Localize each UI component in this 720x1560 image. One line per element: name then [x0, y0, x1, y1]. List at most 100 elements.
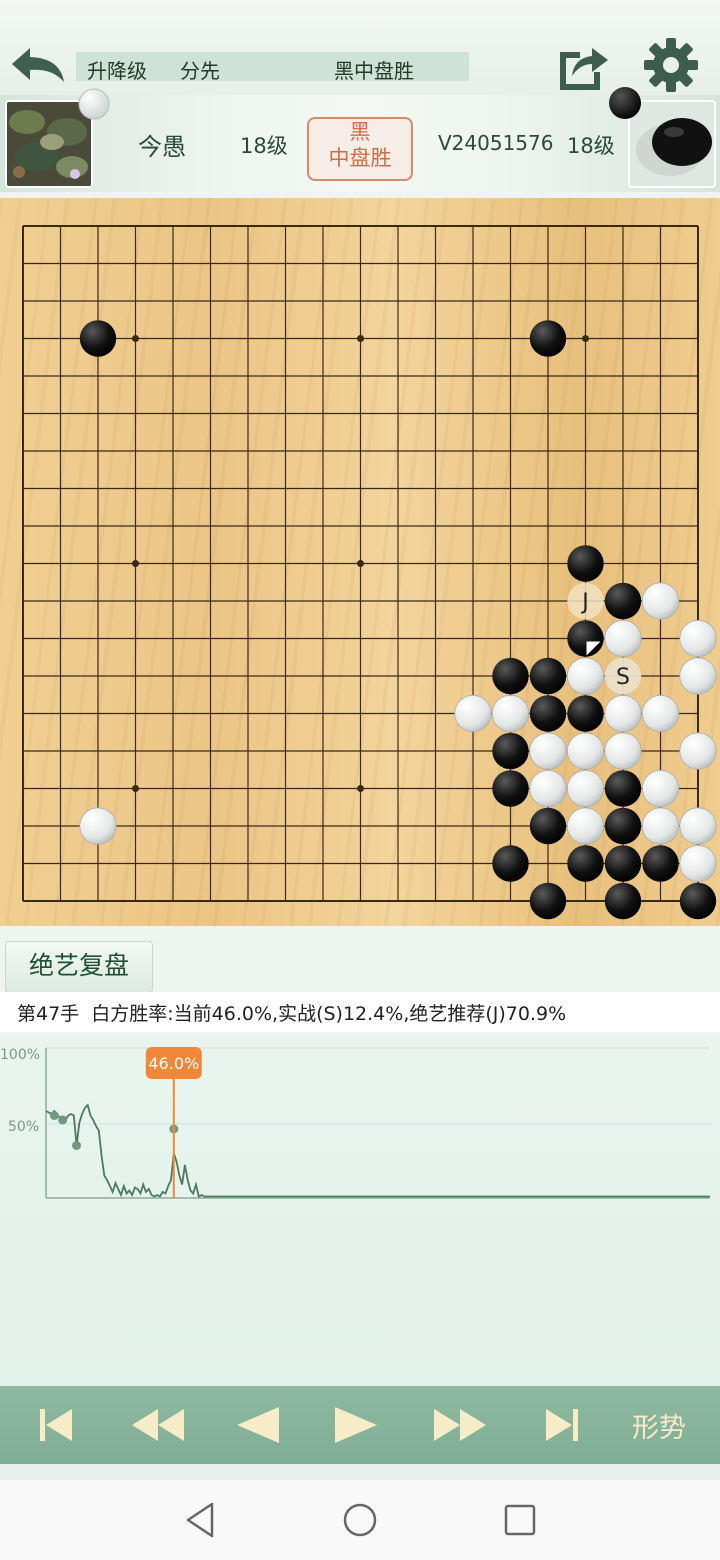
- current-value-badge: 46.0%: [145, 1047, 202, 1079]
- white-player-rank: 18级: [240, 134, 288, 158]
- board-canvas[interactable]: JS: [0, 198, 720, 926]
- ai-replay-tab[interactable]: 绝艺复盘: [5, 941, 153, 993]
- result-badge: 黑 中盘胜: [307, 117, 413, 181]
- analysis-info: 第47手 白方胜率:当前46.0%,实战(S)12.4%,绝艺推荐(J)70.9…: [0, 992, 720, 1032]
- playback-controls: 形势: [0, 1386, 720, 1464]
- white-stone: [604, 732, 642, 770]
- white-stone: [641, 769, 680, 808]
- win-rate-chart[interactable]: 100% 50% 46.0%: [0, 1036, 720, 1386]
- white-stone: [566, 657, 605, 695]
- current-value-label: 46.0%: [148, 1054, 199, 1073]
- win-rate-series-line: [45, 1103, 710, 1198]
- system-nav-bar: [0, 1480, 720, 1560]
- data-point: [58, 1115, 68, 1125]
- skip-to-end-icon: [546, 1409, 578, 1441]
- marker-j-label: J: [580, 590, 589, 615]
- white-stone: [604, 619, 642, 658]
- win-rate-graph[interactable]: 100% 50% 46.0%: [0, 1036, 720, 1386]
- recents-square-icon[interactable]: [500, 1500, 540, 1540]
- first-move-button[interactable]: [16, 1386, 96, 1464]
- black-stone: [679, 882, 717, 920]
- gear-icon: [644, 38, 698, 92]
- black-stone: [79, 320, 117, 357]
- fast-rewind-icon: [132, 1409, 184, 1441]
- white-stone: [566, 807, 605, 845]
- black-stone: [567, 845, 604, 882]
- star-point: [132, 335, 139, 342]
- ytick-50: 50%: [8, 1119, 39, 1135]
- black-stone: [492, 657, 529, 695]
- black-stone: [567, 545, 604, 582]
- prev-move-button[interactable]: [218, 1386, 298, 1464]
- data-point: [49, 1111, 59, 1120]
- previous-icon: [237, 1407, 279, 1443]
- black-stone: [567, 695, 604, 732]
- ytick-100: 100%: [0, 1047, 40, 1063]
- white-stone: [679, 619, 717, 658]
- white-stone: [566, 769, 605, 808]
- black-stone: [604, 582, 642, 620]
- result-line-1: 黑: [349, 120, 371, 144]
- analysis-text: 第47手 白方胜率:当前46.0%,实战(S)12.4%,绝艺推荐(J)70.9…: [17, 999, 566, 1026]
- black-stone: [604, 770, 642, 807]
- back-triangle-icon[interactable]: [180, 1500, 220, 1540]
- mode-label: 升降级: [87, 59, 147, 83]
- white-player-name: 今愚: [138, 133, 186, 161]
- star-point: [132, 785, 139, 792]
- black-stone: [492, 845, 529, 882]
- black-stone: [567, 620, 604, 657]
- top-bar: 升降级 分先 黑中盘胜: [0, 0, 720, 95]
- black-stone: [529, 695, 567, 732]
- skip-to-start-icon: [40, 1409, 72, 1441]
- white-stone: [679, 807, 717, 845]
- black-player-name: V24051576: [438, 131, 554, 155]
- fast-forward-button[interactable]: [420, 1386, 500, 1464]
- situation-button[interactable]: 形势: [632, 1406, 686, 1445]
- back-arrow-icon: [12, 48, 64, 82]
- result-title: 黑中盘胜: [334, 59, 414, 83]
- black-stone: [529, 320, 567, 357]
- white-stone: [679, 732, 717, 770]
- black-stone: [604, 807, 642, 845]
- star-point: [132, 560, 139, 567]
- black-stone-indicator: [609, 87, 641, 119]
- black-stone: [492, 732, 529, 770]
- marker-s-label: S: [616, 665, 630, 690]
- star-point: [357, 560, 364, 567]
- white-stone: [566, 732, 605, 770]
- title-strip: 升降级 分先 黑中盘胜: [76, 52, 469, 83]
- share-icon: [560, 48, 608, 90]
- black-player-rank: 18级: [567, 134, 615, 158]
- black-stone: [492, 770, 529, 807]
- data-point: [72, 1141, 82, 1150]
- fast-forward-icon: [434, 1409, 486, 1441]
- black-stone: [529, 807, 567, 845]
- white-stone: [454, 694, 492, 733]
- white-stone: [529, 769, 567, 808]
- black-stone: [529, 657, 567, 695]
- settings-button[interactable]: [640, 34, 702, 96]
- white-stone: [679, 657, 717, 695]
- home-circle-icon[interactable]: [340, 1500, 380, 1540]
- white-stone: [679, 844, 717, 883]
- black-stone: [529, 882, 567, 920]
- white-stone: [641, 694, 680, 733]
- last-move-button[interactable]: [522, 1386, 602, 1464]
- star-point: [357, 335, 364, 342]
- black-stone: [604, 845, 642, 882]
- star-point: [357, 785, 364, 792]
- white-stone-indicator: [78, 88, 110, 120]
- result-line-2: 中盘胜: [328, 146, 392, 170]
- star-point: [582, 335, 589, 342]
- fast-back-button[interactable]: [118, 1386, 198, 1464]
- next-move-button[interactable]: [316, 1386, 396, 1464]
- white-stone: [529, 732, 567, 770]
- share-button[interactable]: [552, 38, 614, 92]
- back-button[interactable]: [8, 40, 70, 90]
- win-rate-stats: 白方胜率:当前46.0%,实战(S)12.4%,绝艺推荐(J)70.9%: [91, 1003, 567, 1025]
- white-stone: [641, 807, 680, 845]
- black-stone: [642, 845, 679, 882]
- move-number: 第47手: [17, 1003, 80, 1025]
- white-stone: [79, 807, 117, 845]
- go-board[interactable]: JS: [0, 198, 720, 926]
